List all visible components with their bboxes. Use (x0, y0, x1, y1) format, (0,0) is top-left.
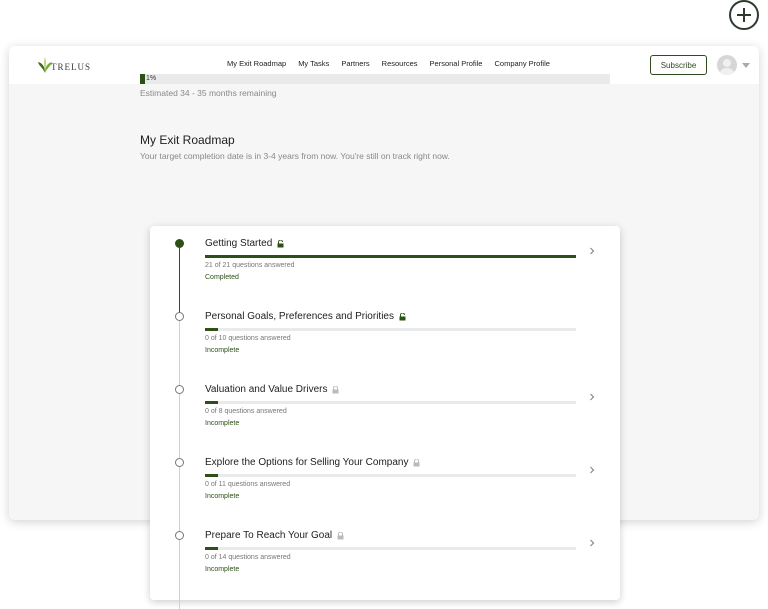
step-title-text: Explore the Options for Selling Your Com… (205, 457, 409, 468)
step-answered-count: 21 of 21 questions answered (205, 262, 295, 269)
step-marker (175, 458, 184, 467)
page-title: My Exit Roadmap (140, 133, 235, 147)
step-answered-count: 0 of 14 questions answered (205, 554, 291, 561)
step-marker (175, 312, 184, 321)
step-progress-fill (205, 328, 218, 331)
overall-progress-label: 1% (146, 75, 157, 82)
main-nav: My Exit Roadmap My Tasks Partners Resour… (227, 59, 550, 68)
timeline-line-completed (179, 243, 180, 316)
chevron-right-icon[interactable] (588, 539, 596, 547)
step-title-text: Prepare To Reach Your Goal (205, 530, 333, 541)
step-progress-bar (205, 547, 576, 550)
step-answered-count: 0 of 8 questions answered (205, 408, 287, 415)
step-marker (175, 531, 184, 540)
step-progress-fill (205, 547, 218, 550)
step-title[interactable]: Personal Goals, Preferences and Prioriti… (205, 311, 406, 322)
avatar[interactable] (717, 55, 737, 75)
unlock-icon (399, 312, 406, 320)
step-title-text: Personal Goals, Preferences and Prioriti… (205, 311, 394, 322)
step-progress-bar (205, 328, 576, 331)
step-title[interactable]: Getting Started (205, 238, 284, 249)
nav-item-my-tasks[interactable]: My Tasks (298, 59, 329, 68)
overall-progress-fill (140, 74, 145, 84)
unlock-icon (277, 239, 284, 247)
subscribe-button[interactable]: Subscribe (650, 55, 707, 75)
step-marker (175, 385, 184, 394)
chevron-right-icon[interactable] (588, 466, 596, 474)
step-progress-bar (205, 401, 576, 404)
step-progress-bar (205, 474, 576, 477)
nav-item-my-exit-roadmap[interactable]: My Exit Roadmap (227, 59, 286, 68)
time-estimate: Estimated 34 - 35 months remaining (140, 88, 277, 98)
page-subtitle: Your target completion date is in 3-4 ye… (140, 151, 450, 161)
step-progress-fill (205, 474, 218, 477)
step-title[interactable]: Explore the Options for Selling Your Com… (205, 457, 420, 468)
chevron-down-icon[interactable] (742, 63, 750, 68)
nav-item-partners[interactable]: Partners (341, 59, 369, 68)
nav-item-resources[interactable]: Resources (382, 59, 418, 68)
step-status: Incomplete (205, 347, 240, 354)
step-answered-count: 0 of 10 questions answered (205, 335, 291, 342)
nav-item-company-profile[interactable]: Company Profile (494, 59, 549, 68)
overall-progress-bar: 1% (140, 74, 610, 84)
lock-icon (337, 531, 344, 539)
nav-item-personal-profile[interactable]: Personal Profile (430, 59, 483, 68)
lock-icon (332, 385, 339, 393)
step-progress-fill (205, 255, 576, 258)
trelus-logo[interactable]: TRELUS (37, 56, 97, 76)
step-answered-count: 0 of 11 questions answered (205, 481, 291, 488)
step-progress-fill (205, 401, 218, 404)
logo-text: TRELUS (51, 62, 92, 72)
step-title-text: Valuation and Value Drivers (205, 384, 328, 395)
step-progress-bar (205, 255, 576, 258)
step-title-text: Getting Started (205, 238, 273, 249)
chevron-right-icon[interactable] (588, 247, 596, 255)
step-marker (175, 239, 184, 248)
add-icon[interactable] (729, 0, 759, 30)
chevron-right-icon[interactable] (588, 393, 596, 401)
step-status: Incomplete (205, 566, 240, 573)
step-title[interactable]: Valuation and Value Drivers (205, 384, 339, 395)
step-title[interactable]: Prepare To Reach Your Goal (205, 530, 344, 541)
step-status: Completed (205, 274, 239, 281)
lock-icon (413, 458, 420, 466)
step-status: Incomplete (205, 420, 240, 427)
step-status: Incomplete (205, 493, 240, 500)
